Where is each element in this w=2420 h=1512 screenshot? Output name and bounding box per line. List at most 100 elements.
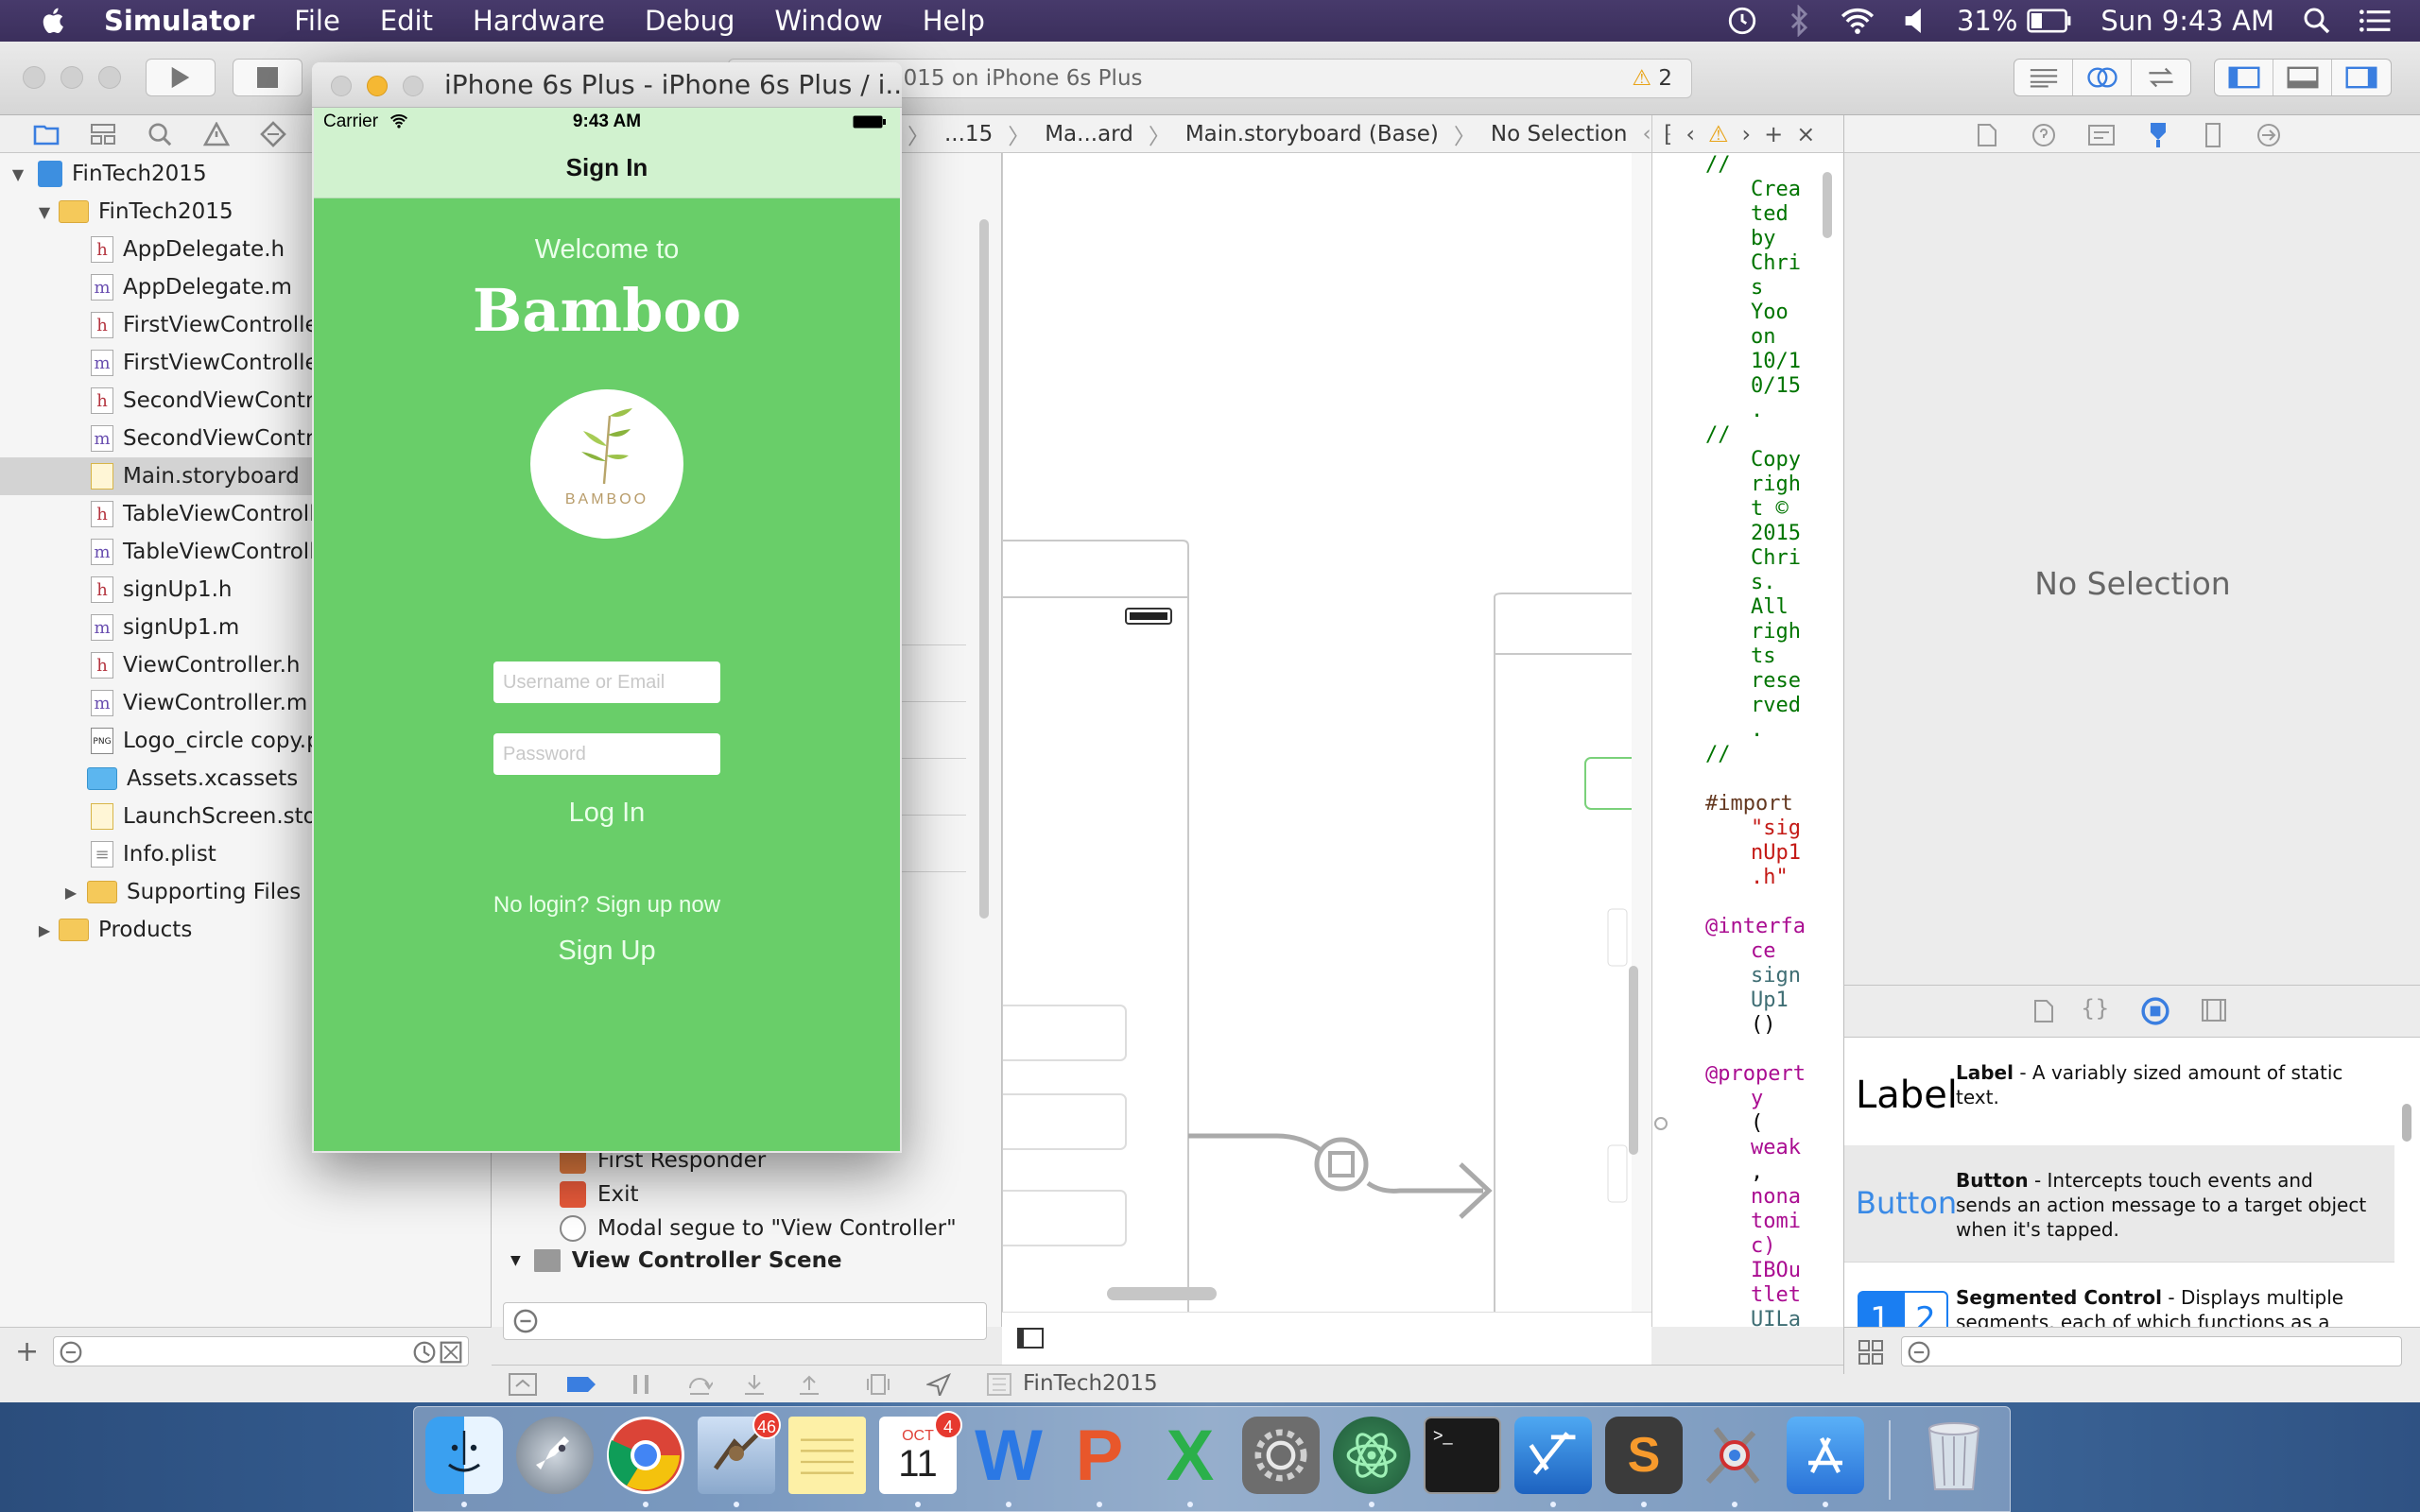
notification-center-icon[interactable] [2360, 8, 2392, 34]
wifi-icon[interactable] [1840, 7, 1876, 35]
hide-debug-area-icon[interactable] [509, 1373, 537, 1396]
assistant-editor-icon[interactable] [2073, 60, 2132, 95]
calendar-icon[interactable]: OCT 11 4 [879, 1411, 962, 1494]
breakpoints-icon[interactable] [565, 1375, 597, 1394]
outline-scrollbar[interactable] [979, 219, 989, 919]
notes-icon[interactable] [788, 1417, 866, 1494]
test-navigator-icon[interactable] [259, 120, 287, 147]
close-editor-icon[interactable]: × [1796, 121, 1815, 147]
menu-help[interactable]: Help [923, 5, 985, 37]
sublime-text-icon[interactable]: S [1605, 1417, 1683, 1494]
simulator-title-bar[interactable]: iPhone 6s Plus - iPhone 6s Plus / i... [312, 62, 902, 108]
sign-up-button[interactable]: Sign Up [314, 936, 900, 967]
stop-button[interactable] [233, 59, 302, 96]
view-debugger-icon[interactable] [866, 1373, 890, 1396]
trash-icon[interactable] [1915, 1417, 1993, 1494]
issue-navigator-icon[interactable] [202, 121, 231, 147]
jump-bar-item[interactable]: Ma...ard [1045, 122, 1133, 146]
microsoft-word-icon[interactable]: W [970, 1416, 1047, 1496]
library-scrollbar[interactable] [2402, 1104, 2411, 1142]
warning-icon[interactable]: ⚠ [1708, 121, 1729, 147]
forward-icon[interactable]: › [1742, 121, 1752, 147]
battery-icon[interactable] [2027, 9, 2072, 33]
previous-issue-icon[interactable]: ‹ [1642, 122, 1651, 146]
add-editor-icon[interactable]: + [1764, 121, 1783, 147]
log-in-button[interactable]: Log In [314, 798, 900, 829]
battery-percent[interactable]: 31% [1957, 5, 2017, 37]
outline-row-scene[interactable]: ▼ View Controller Scene [510, 1249, 842, 1272]
disclosure-triangle-icon[interactable]: ▼ [36, 203, 53, 221]
navigator-filter-input[interactable] [53, 1336, 469, 1366]
project-navigator-icon[interactable] [32, 121, 60, 147]
disclosure-triangle-icon[interactable]: ▶ [36, 921, 53, 939]
run-button[interactable] [146, 59, 216, 96]
code-scrollbar[interactable] [1823, 172, 1832, 238]
grid-view-icon[interactable] [1858, 1339, 1884, 1366]
spotlight-icon[interactable] [2303, 7, 2331, 35]
step-in-icon[interactable] [743, 1373, 766, 1396]
username-input[interactable]: Username or Email [493, 662, 720, 703]
add-icon[interactable]: + [15, 1335, 39, 1368]
size-inspector-icon[interactable] [2205, 123, 2221, 147]
simulator-minimize-button[interactable] [367, 76, 388, 96]
bluetooth-icon[interactable] [1787, 5, 1811, 37]
debug-area-toggle-icon[interactable] [2273, 60, 2332, 95]
step-over-icon[interactable] [686, 1373, 713, 1396]
assistant-code-editor[interactable]: //Crea ted by Chri s Yoo on 10/1 0/15.//Copy righ… [1651, 153, 1843, 1332]
simulator-close-button[interactable] [331, 76, 352, 96]
disclosure-triangle-icon[interactable]: ▼ [510, 1253, 521, 1268]
menu-clock[interactable]: Sun 9:43 AM [2100, 5, 2274, 37]
storyboard-canvas[interactable] [1002, 153, 1651, 1312]
utilities-toggle-icon[interactable] [2332, 60, 2391, 95]
file-template-library-icon[interactable] [2033, 999, 2054, 1023]
menu-file[interactable]: File [294, 5, 340, 37]
disclosure-triangle-icon[interactable]: ▼ [9, 165, 26, 183]
password-input[interactable]: Password [493, 733, 720, 775]
close-button[interactable] [23, 66, 45, 89]
zoom-button[interactable] [98, 66, 121, 89]
back-icon[interactable]: ‹ [1685, 121, 1695, 147]
step-out-icon[interactable] [798, 1373, 821, 1396]
jump-bar-item[interactable]: No Selection [1491, 122, 1628, 146]
volume-icon[interactable] [1904, 7, 1928, 35]
simulator-zoom-button[interactable] [403, 76, 424, 96]
related-items-icon[interactable]: ⁅ [1664, 121, 1672, 147]
connections-inspector-icon[interactable] [2256, 123, 2281, 147]
code-snippet-library-icon[interactable]: {} [2081, 995, 2110, 1022]
file-inspector-icon[interactable] [1977, 123, 1997, 147]
library-item-label[interactable]: Label Label - A variably sized amount of… [1844, 1038, 2394, 1155]
symbol-navigator-icon[interactable] [89, 121, 117, 147]
microsoft-powerpoint-icon[interactable]: P [1061, 1416, 1138, 1496]
xcode-icon[interactable] [1514, 1417, 1592, 1494]
apple-menu-icon[interactable] [38, 5, 70, 37]
object-library-icon[interactable] [2141, 997, 2169, 1025]
library-item-segmented-control[interactable]: 12 Segmented Control - Displays multiple… [1844, 1263, 2394, 1327]
library-item-button[interactable]: Button Button - Intercepts touch events … [1844, 1145, 2394, 1263]
code-gutter-marker[interactable] [1654, 1117, 1668, 1130]
terminal-icon[interactable]: >_ [1424, 1417, 1501, 1494]
media-library-icon[interactable] [2202, 999, 2226, 1022]
attributes-inspector-icon[interactable] [2145, 121, 2171, 149]
jump-bar-item[interactable]: Main.storyboard (Base) [1185, 122, 1439, 146]
outline-row-exit[interactable]: Exit [560, 1177, 639, 1211]
mail-icon[interactable]: 46 [698, 1411, 781, 1494]
identity-inspector-icon[interactable] [2088, 125, 2115, 146]
version-editor-icon[interactable] [2132, 60, 2190, 95]
scm-filter-icon[interactable] [440, 1341, 462, 1364]
canvas-horizontal-scrollbar[interactable] [1107, 1287, 1217, 1300]
system-preferences-icon[interactable] [1242, 1417, 1320, 1494]
outline-row-segue[interactable]: Modal segue to "View Controller" [560, 1211, 957, 1246]
jump-bar-item[interactable]: ...15 [944, 122, 993, 146]
navigator-toggle-icon[interactable] [2215, 60, 2273, 95]
launchpad-icon[interactable] [516, 1417, 594, 1494]
pause-icon[interactable] [630, 1373, 652, 1396]
microsoft-excel-icon[interactable]: X [1151, 1416, 1229, 1496]
outline-toggle-icon[interactable] [1017, 1328, 1044, 1349]
debug-scheme-label[interactable]: FinTech2015 [1023, 1371, 1158, 1396]
menu-app-name[interactable]: Simulator [104, 5, 254, 37]
library-filter-input[interactable] [1901, 1336, 2402, 1366]
recent-files-icon[interactable] [413, 1341, 436, 1364]
chrome-icon[interactable] [607, 1417, 684, 1494]
activity-warnings[interactable]: ⚠ 2 [1632, 60, 1672, 97]
atom-icon[interactable] [1333, 1417, 1410, 1494]
